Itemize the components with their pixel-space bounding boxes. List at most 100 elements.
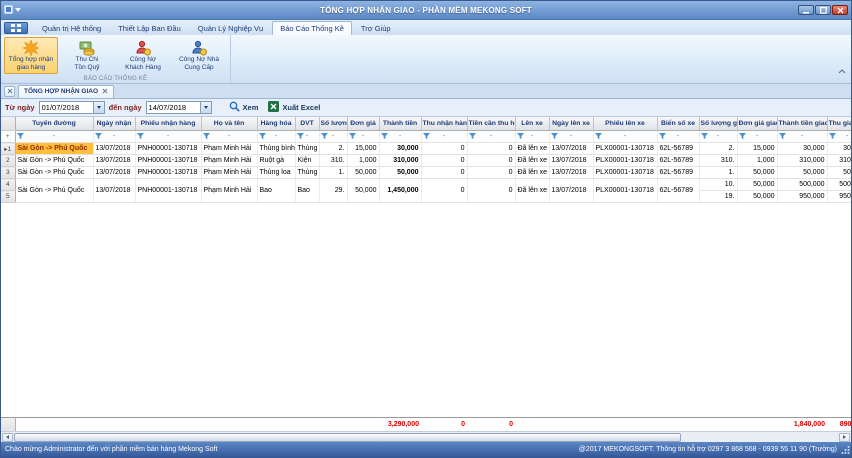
grid-cell-dvt[interactable]: Thùng — [295, 143, 319, 155]
grid-cell-len-xe[interactable]: Đã lên xe — [515, 155, 549, 167]
column-header-phieu-len-xe[interactable]: Phiếu lên xe — [593, 117, 657, 131]
grid-cell-so-luong-giao[interactable]: 2. — [699, 143, 737, 155]
grid-cell-don-gia-giao[interactable]: 50,000 — [737, 167, 777, 179]
resize-grip[interactable] — [841, 445, 850, 456]
grid-cell-hang-hoa[interactable]: Bao — [257, 179, 295, 203]
grid-cell-ngay-len-xe[interactable]: 13/07/2018 — [549, 167, 593, 179]
menu-tab-bao-cao-thong-ke[interactable]: Báo Cáo Thống Kê — [272, 21, 352, 35]
column-header-bien-so-xe[interactable]: Biển số xe — [657, 117, 699, 131]
to-date-dropdown-icon[interactable] — [200, 102, 211, 113]
menu-tab-tro-giup[interactable]: Trợ Giúp — [353, 21, 399, 35]
column-header-thanh-tien-giao[interactable]: Thành tiền giao — [777, 117, 827, 131]
grid-cell-phieu-nhan-hang[interactable]: PNH00001-130718 — [135, 143, 201, 155]
grid-cell-thanh-tien-giao[interactable]: 310,000 — [777, 155, 827, 167]
grid-cell-thanh-tien[interactable]: 310,000 — [379, 155, 421, 167]
grid-cell-tien-can-thu-ho[interactable]: 0 — [467, 167, 515, 179]
menu-tab-quan-tri-he-thong[interactable]: Quản trị Hệ thống — [34, 21, 109, 35]
view-button[interactable]: Xem — [226, 101, 262, 114]
grid-cell-so-luong-giao[interactable]: 1. — [699, 167, 737, 179]
close-document-icon[interactable] — [4, 86, 15, 97]
filter-cell-thu-nhan-hang[interactable]: - — [421, 131, 467, 143]
grid-cell-hang-hoa[interactable]: Thùng loa — [257, 167, 295, 179]
filter-cell-don-gia-giao[interactable]: - — [737, 131, 777, 143]
menu-tab-quan-ly-nghiep-vu[interactable]: Quản Lý Nghiệp Vụ — [190, 21, 271, 35]
filter-cell-don-gia[interactable]: - — [347, 131, 379, 143]
minimize-button[interactable] — [798, 5, 814, 15]
table-row[interactable]: 3Sài Gòn -> Phú Quốc13/07/2018PNH00001-1… — [1, 167, 851, 179]
quick-access-dropdown-icon[interactable] — [15, 8, 21, 12]
filter-cell-hang-hoa[interactable]: - — [257, 131, 295, 143]
grid-cell-dvt[interactable]: Bao — [295, 179, 319, 203]
grid-cell-bien-so-xe[interactable]: 62L-56789 — [657, 155, 699, 167]
grid-cell-thanh-tien[interactable]: 30,000 — [379, 143, 421, 155]
filter-cell-thu-giao-hang[interactable]: - — [827, 131, 851, 143]
grid-cell-tuyen-duong[interactable]: Sài Gòn -> Phú Quốc — [15, 143, 93, 155]
grid-cell-ho-va-ten[interactable]: Phạm Minh Hải — [201, 143, 257, 155]
column-header-hang-hoa[interactable]: Hàng hóa — [257, 117, 295, 131]
grid-cell-don-gia[interactable]: 1,000 — [347, 155, 379, 167]
grid-cell-tien-can-thu-ho[interactable]: 0 — [467, 155, 515, 167]
grid-cell-phieu-len-xe[interactable]: PLX00001-130718 — [593, 143, 657, 155]
grid-cell-bien-so-xe[interactable]: 62L-56789 — [657, 167, 699, 179]
grid-cell-thu-giao-hang[interactable]: 950,000 — [827, 191, 851, 203]
row-indicator[interactable]: 2 — [1, 155, 15, 167]
quick-access-toolbar[interactable] — [4, 1, 21, 19]
filter-cell-thanh-tien-giao[interactable]: - — [777, 131, 827, 143]
grid-cell-tuyen-duong[interactable]: Sài Gòn -> Phú Quốc — [15, 167, 93, 179]
scroll-left-icon[interactable] — [2, 433, 13, 442]
grid-cell-don-gia-giao[interactable]: 1,000 — [737, 155, 777, 167]
filter-funnel-icon[interactable] — [423, 133, 430, 142]
table-row[interactable]: ▸1Sài Gòn -> Phú Quốc13/07/2018PNH00001-… — [1, 143, 851, 155]
grid-cell-bien-so-xe[interactable]: 62L-56789 — [657, 143, 699, 155]
filter-funnel-icon[interactable] — [659, 133, 666, 142]
scrollbar-thumb[interactable] — [14, 433, 681, 442]
grid-cell-so-luong-giao[interactable]: 310. — [699, 155, 737, 167]
filter-funnel-icon[interactable] — [17, 133, 24, 142]
row-indicator[interactable]: 4 — [1, 179, 15, 191]
from-date-dropdown-icon[interactable] — [93, 102, 104, 113]
grid-cell-so-luong-giao[interactable]: 10. — [699, 179, 737, 191]
grid-cell-phieu-len-xe[interactable]: PLX00001-130718 — [593, 155, 657, 167]
grid-cell-ho-va-ten[interactable]: Phạm Minh Hải — [201, 167, 257, 179]
grid-cell-thu-giao-hang[interactable]: 30,000 — [827, 143, 851, 155]
row-indicator-header[interactable] — [1, 117, 15, 131]
filter-funnel-icon[interactable] — [203, 133, 210, 142]
grid-cell-ngay-nhan[interactable]: 13/07/2018 — [93, 179, 135, 203]
ribbon-button-cong-no-khach-hang[interactable]: Công Nợ Khách Hàng — [116, 37, 170, 74]
filter-funnel-icon[interactable] — [137, 133, 144, 142]
grid-cell-thanh-tien-giao[interactable]: 500,000 — [777, 179, 827, 191]
filter-funnel-icon[interactable] — [829, 133, 836, 142]
filter-funnel-icon[interactable] — [297, 133, 304, 142]
grid-cell-tuyen-duong[interactable]: Sài Gòn -> Phú Quốc — [15, 155, 93, 167]
grid-cell-bien-so-xe[interactable]: 62L-56789 — [657, 179, 699, 203]
grid-cell-phieu-nhan-hang[interactable]: PNH00001-130718 — [135, 167, 201, 179]
column-header-so-luong-giao[interactable]: Số lượng giao — [699, 117, 737, 131]
column-header-don-gia-giao[interactable]: Đơn giá giao — [737, 117, 777, 131]
filter-funnel-icon[interactable] — [595, 133, 602, 142]
close-button[interactable] — [832, 5, 848, 15]
grid-cell-ngay-nhan[interactable]: 13/07/2018 — [93, 155, 135, 167]
grid-cell-ngay-len-xe[interactable]: 13/07/2018 — [549, 143, 593, 155]
grid-cell-dvt[interactable]: Kiện — [295, 155, 319, 167]
column-header-so-luong[interactable]: Số lượng — [319, 117, 347, 131]
filter-cell-ngay-len-xe[interactable]: - — [549, 131, 593, 143]
row-indicator[interactable]: 5 — [1, 191, 15, 203]
grid-cell-thanh-tien-giao[interactable]: 950,000 — [777, 191, 827, 203]
filter-cell-tien-can-thu-ho[interactable]: - — [467, 131, 515, 143]
grid-cell-thu-giao-hang[interactable]: 310,000 — [827, 155, 851, 167]
tab-close-icon[interactable] — [102, 88, 108, 96]
from-date-input[interactable]: 01/07/2018 — [39, 101, 105, 114]
ribbon-collapse-icon[interactable] — [838, 61, 846, 79]
column-header-don-gia[interactable]: Đơn giá — [347, 117, 379, 131]
table-row[interactable]: 2Sài Gòn -> Phú Quốc13/07/2018PNH00001-1… — [1, 155, 851, 167]
grid-cell-phieu-len-xe[interactable]: PLX00001-130718 — [593, 167, 657, 179]
ribbon-button-tong-hop-nhan-giao[interactable]: Tổng hợp nhận giao hàng — [4, 37, 58, 74]
grid-cell-dvt[interactable]: Thùng — [295, 167, 319, 179]
column-header-thu-giao-hang[interactable]: Thu giao hàng — [827, 117, 851, 131]
column-header-tuyen-duong[interactable]: Tuyến đường — [15, 117, 93, 131]
grid-cell-ngay-len-xe[interactable]: 13/07/2018 — [549, 179, 593, 203]
column-header-thu-nhan-hang[interactable]: Thu nhận hàng — [421, 117, 467, 131]
column-header-phieu-nhan-hang[interactable]: Phiếu nhận hàng — [135, 117, 201, 131]
grid-cell-phieu-len-xe[interactable]: PLX00001-130718 — [593, 179, 657, 203]
filter-funnel-icon[interactable] — [321, 133, 328, 142]
